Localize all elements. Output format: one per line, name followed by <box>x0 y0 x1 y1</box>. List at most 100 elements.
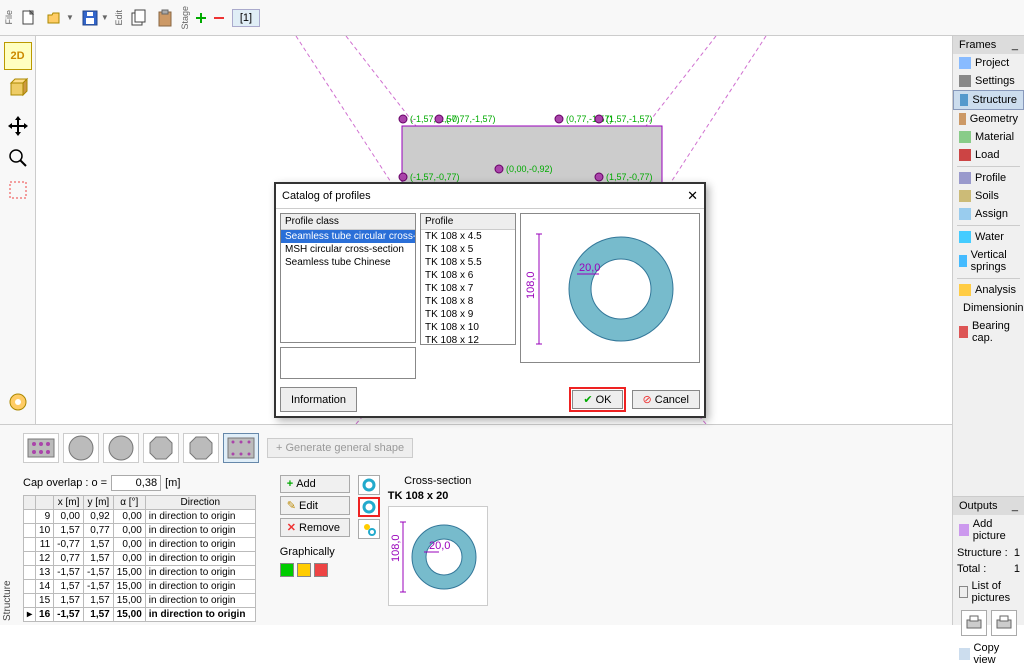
add-stage-button[interactable] <box>193 10 209 26</box>
cs-icon-1[interactable] <box>358 475 380 495</box>
open-arrow[interactable]: ▼ <box>66 13 77 22</box>
canvas-point[interactable]: (-1,57,-0,77) <box>398 172 460 182</box>
dialog-preview: 108,0 20,0 <box>520 213 700 363</box>
view-3d-button[interactable] <box>4 74 32 102</box>
bottom-panel: Structure + Generate general shape Cap o… <box>0 424 952 625</box>
graph-edit-button[interactable] <box>297 563 311 577</box>
information-button[interactable]: Information <box>280 387 357 412</box>
cs-title: TK 108 x 20 <box>388 490 488 502</box>
fit-extents-button[interactable] <box>4 176 32 204</box>
frame-item-assign[interactable]: Assign <box>953 205 1024 223</box>
edit-label: Edit <box>112 10 126 26</box>
dialog-close-button[interactable]: ✕ <box>687 188 698 204</box>
paste-button[interactable] <box>153 6 177 30</box>
table-row[interactable]: 151,571,5715,00in direction to origin <box>24 594 256 608</box>
add-cs-button[interactable]: +Add <box>280 475 350 493</box>
table-row[interactable]: 141,57-1,5715,00in direction to origin <box>24 580 256 594</box>
minimize-icon[interactable]: _ <box>1012 500 1018 512</box>
shape-rect-6[interactable] <box>23 433 59 463</box>
frame-item-analysis[interactable]: Analysis <box>953 281 1024 299</box>
table-row[interactable]: 13-1,57-1,5715,00in direction to origin <box>24 566 256 580</box>
graph-remove-button[interactable] <box>314 563 328 577</box>
table-row[interactable]: 90,000,920,00in direction to origin <box>24 510 256 524</box>
view-2d-button[interactable]: 2D <box>4 42 32 70</box>
table-row[interactable]: 11-0,771,570,00in direction to origin <box>24 538 256 552</box>
generate-general-shape-button[interactable]: + Generate general shape <box>267 438 413 458</box>
profile-item[interactable]: TK 108 x 8 <box>421 295 515 308</box>
print-1-button[interactable] <box>961 610 987 636</box>
shape-rect-selected[interactable] <box>223 433 259 463</box>
frames-header[interactable]: Frames_ <box>953 36 1024 54</box>
profile-class-item[interactable]: Seamless tube circular cross-section <box>281 230 415 243</box>
graph-add-button[interactable] <box>280 563 294 577</box>
profile-item[interactable]: TK 108 x 9 <box>421 308 515 321</box>
profile-class-list[interactable]: Profile class Seamless tube circular cro… <box>280 213 416 343</box>
profile-item[interactable]: TK 108 x 5 <box>421 243 515 256</box>
canvas-point[interactable]: (1,57,-1,57) <box>594 114 653 124</box>
save-file-button[interactable] <box>78 6 102 30</box>
open-file-button[interactable] <box>43 6 67 30</box>
frame-item-structure[interactable]: Structure <box>953 90 1024 110</box>
pan-button[interactable] <box>4 112 32 140</box>
save-arrow[interactable]: ▼ <box>101 13 112 22</box>
minimize-icon[interactable]: _ <box>1012 39 1018 51</box>
copy-button[interactable] <box>127 6 151 30</box>
profile-item[interactable]: TK 108 x 12 <box>421 334 515 345</box>
list-of-pictures-button[interactable]: List of pictures <box>953 577 1024 607</box>
canvas-point[interactable]: (1,57,-0,77) <box>594 172 653 182</box>
frame-item-load[interactable]: Load <box>953 146 1024 164</box>
frame-item-dimensioning[interactable]: Dimensioning <box>953 299 1024 317</box>
table-row[interactable]: ▸16-1,571,5715,00in direction to origin <box>24 608 256 622</box>
frames-list: ProjectSettingsStructureGeometryMaterial… <box>953 54 1024 347</box>
zoom-button[interactable] <box>4 144 32 172</box>
frame-item-vertical-springs[interactable]: Vertical springs <box>953 246 1024 276</box>
profile-class-item[interactable]: MSH circular cross-section <box>281 243 415 256</box>
canvas-point[interactable]: (-0,77,-1,57) <box>434 114 496 124</box>
cap-overlap-input[interactable] <box>111 475 161 491</box>
stage-label: Stage <box>178 6 192 30</box>
frame-item-project[interactable]: Project <box>953 54 1024 72</box>
shape-circle-1[interactable] <box>63 433 99 463</box>
settings-gear-button[interactable] <box>4 388 32 416</box>
outputs-header[interactable]: Outputs_ <box>953 497 1024 515</box>
shape-oct-2[interactable] <box>183 433 219 463</box>
profile-class-item[interactable]: Seamless tube Chinese <box>281 256 415 269</box>
frame-item-soils[interactable]: Soils <box>953 187 1024 205</box>
frame-item-geometry[interactable]: Geometry <box>953 110 1024 128</box>
new-file-button[interactable] <box>17 6 41 30</box>
ok-button[interactable]: ✔OK <box>572 390 622 409</box>
cancel-button[interactable]: ⊘Cancel <box>632 390 700 409</box>
edit-cs-button[interactable]: ✎Edit <box>280 496 350 515</box>
table-row[interactable]: 101,570,770,00in direction to origin <box>24 524 256 538</box>
profile-item[interactable]: TK 108 x 6 <box>421 269 515 282</box>
copy-view-button[interactable]: Copy view <box>953 639 1024 669</box>
file-label: File <box>2 10 16 25</box>
profile-list[interactable]: Profile TK 108 x 4.5TK 108 x 5TK 108 x 5… <box>420 213 516 345</box>
svg-text:108,0: 108,0 <box>525 271 537 299</box>
profile-item[interactable]: TK 108 x 4.5 <box>421 230 515 243</box>
frame-item-water[interactable]: Water <box>953 228 1024 246</box>
cs-icon-catalog[interactable] <box>358 497 380 517</box>
profile-item[interactable]: TK 108 x 10 <box>421 321 515 334</box>
cs-icon-3[interactable] <box>358 519 380 539</box>
frame-item-material[interactable]: Material <box>953 128 1024 146</box>
canvas-point[interactable]: (0,00,-0,92) <box>494 164 553 174</box>
pile-coord-table: x [m] y [m] α [°] Direction 90,000,920,0… <box>23 495 256 622</box>
frame-item-settings[interactable]: Settings <box>953 72 1024 90</box>
table-row[interactable]: 120,771,570,00in direction to origin <box>24 552 256 566</box>
cross-section-label: Cross-section <box>388 475 488 487</box>
profile-item[interactable]: TK 108 x 5.5 <box>421 256 515 269</box>
shape-circle-2[interactable] <box>103 433 139 463</box>
profile-item[interactable]: TK 108 x 7 <box>421 282 515 295</box>
add-picture-button[interactable]: Add picture <box>953 515 1024 545</box>
remove-cs-button[interactable]: ✕Remove <box>280 518 350 537</box>
print-2-button[interactable] <box>991 610 1017 636</box>
svg-text:108,0: 108,0 <box>390 534 402 562</box>
shape-oct-1[interactable] <box>143 433 179 463</box>
frame-item-bearing-cap-[interactable]: Bearing cap. <box>953 317 1024 347</box>
cross-section-group: +Add ✎Edit ✕Remove Graphically <box>280 475 488 622</box>
frame-item-profile[interactable]: Profile <box>953 169 1024 187</box>
remove-stage-button[interactable] <box>211 10 227 26</box>
dialog-titlebar[interactable]: Catalog of profiles ✕ <box>276 184 704 209</box>
stage-tab-1[interactable]: [1] <box>232 9 260 27</box>
